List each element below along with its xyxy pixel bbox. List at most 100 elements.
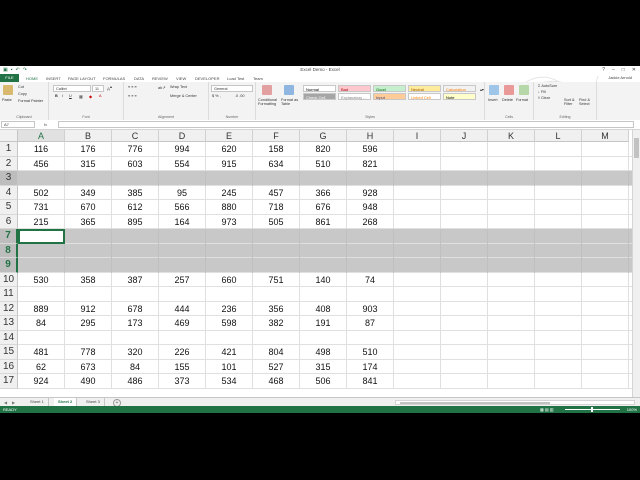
cell-d17[interactable]: 373 (159, 374, 206, 389)
minimize-button[interactable]: – (612, 66, 615, 74)
cell-c9[interactable] (112, 258, 159, 273)
cell-j13[interactable] (441, 316, 488, 331)
cell-k11[interactable] (488, 287, 535, 302)
row-header-7[interactable]: 7 (0, 229, 18, 244)
row-header-3[interactable]: 3 (0, 171, 18, 186)
find-select-button[interactable]: Find & Select (579, 98, 593, 106)
cell-l4[interactable] (535, 185, 582, 200)
cell-e17[interactable]: 534 (206, 374, 253, 389)
cell-k3[interactable] (488, 171, 535, 186)
cell-g4[interactable]: 366 (300, 185, 347, 200)
cell-b15[interactable]: 778 (65, 345, 112, 360)
cell-d14[interactable] (159, 330, 206, 345)
cell-c17[interactable]: 486 (112, 374, 159, 389)
cell-a6[interactable]: 215 (18, 214, 65, 229)
worksheet-grid[interactable]: ABCDEFGHIJKLM 1 116 176 776 994 620 158 820 596 2… (0, 130, 640, 397)
cell-a2[interactable]: 456 (18, 156, 65, 171)
cell-k17[interactable] (488, 374, 535, 389)
cell-style-9[interactable]: Note (443, 93, 476, 100)
cell-style-8[interactable]: Linked Cell (408, 93, 441, 100)
name-box[interactable]: A7 (1, 121, 35, 128)
cell-j3[interactable] (441, 171, 488, 186)
cell-e15[interactable]: 421 (206, 345, 253, 360)
cell-g11[interactable] (300, 287, 347, 302)
row-header-14[interactable]: 14 (0, 330, 18, 345)
horizontal-scrollbar[interactable] (395, 400, 635, 405)
cell-style-6[interactable]: Explanatory ... (338, 93, 371, 100)
cell-c5[interactable]: 612 (112, 200, 159, 215)
column-header-d[interactable]: D (159, 130, 206, 142)
cut-button[interactable]: Cut (18, 85, 24, 89)
tab-team[interactable]: Team (253, 75, 263, 82)
wrap-text-button[interactable]: Wrap Text (170, 85, 187, 89)
cell-c13[interactable]: 173 (112, 316, 159, 331)
user-name[interactable]: Jackie Arnold (608, 74, 632, 82)
cell-a1[interactable]: 116 (18, 142, 65, 157)
cell-k7[interactable] (488, 229, 535, 244)
row-header-5[interactable]: 5 (0, 200, 18, 215)
cell-g7[interactable] (300, 229, 347, 244)
align-left-icon[interactable]: ≡ ≡ ≡ (128, 94, 137, 98)
tab-load-test[interactable]: Load Test (227, 75, 244, 82)
borders-icon[interactable]: ▦ (79, 94, 83, 99)
cell-k2[interactable] (488, 156, 535, 171)
cell-l13[interactable] (535, 316, 582, 331)
column-header-l[interactable]: L (535, 130, 582, 142)
cell-c4[interactable]: 385 (112, 185, 159, 200)
row-header-16[interactable]: 16 (0, 359, 18, 374)
cell-l8[interactable] (535, 243, 582, 258)
cell-k16[interactable] (488, 359, 535, 374)
orientation-icon[interactable]: ab↗ (158, 85, 165, 90)
cell-f6[interactable]: 505 (253, 214, 300, 229)
column-header-h[interactable]: H (347, 130, 394, 142)
decimal-icon[interactable]: .0 .00 (235, 94, 245, 98)
cell-l11[interactable] (535, 287, 582, 302)
cell-i6[interactable] (394, 214, 441, 229)
zoom-level[interactable]: 100% (627, 406, 637, 413)
cell-f7[interactable] (253, 229, 300, 244)
cell-i7[interactable] (394, 229, 441, 244)
cell-e6[interactable]: 973 (206, 214, 253, 229)
cell-b4[interactable]: 349 (65, 185, 112, 200)
cell-h1[interactable]: 596 (347, 142, 394, 157)
cell-d2[interactable]: 554 (159, 156, 206, 171)
cell-d11[interactable] (159, 287, 206, 302)
cell-c16[interactable]: 84 (112, 359, 159, 374)
cell-b3[interactable] (65, 171, 112, 186)
gallery-more-icon[interactable]: ▴▾ (480, 87, 484, 92)
cell-h7[interactable] (347, 229, 394, 244)
cell-m10[interactable] (582, 272, 629, 287)
autosum-button[interactable]: Σ AutoSum (538, 84, 557, 88)
cell-b14[interactable] (65, 330, 112, 345)
cell-g8[interactable] (300, 243, 347, 258)
cell-c8[interactable] (112, 243, 159, 258)
underline-button[interactable]: U (69, 94, 72, 98)
tab-page-layout[interactable]: PAGE LAYOUT (68, 75, 96, 82)
format-button[interactable]: Format (516, 98, 528, 102)
cell-f12[interactable]: 356 (253, 301, 300, 316)
cell-l2[interactable] (535, 156, 582, 171)
cell-i12[interactable] (394, 301, 441, 316)
cell-h8[interactable] (347, 243, 394, 258)
cell-m14[interactable] (582, 330, 629, 345)
sheet-tab-1[interactable]: Sheet 1 (26, 398, 49, 406)
cell-h6[interactable]: 268 (347, 214, 394, 229)
cell-m8[interactable] (582, 243, 629, 258)
column-header-g[interactable]: G (300, 130, 347, 142)
cell-style-4[interactable]: Calculation (443, 85, 476, 92)
cell-e14[interactable] (206, 330, 253, 345)
cell-l10[interactable] (535, 272, 582, 287)
cell-m5[interactable] (582, 200, 629, 215)
cell-m13[interactable] (582, 316, 629, 331)
column-header-m[interactable]: M (582, 130, 629, 142)
cell-c3[interactable] (112, 171, 159, 186)
cell-m1[interactable] (582, 142, 629, 157)
font-name-select[interactable]: Calibri (53, 85, 91, 92)
cell-g12[interactable]: 408 (300, 301, 347, 316)
cell-a13[interactable]: 84 (18, 316, 65, 331)
fill-button[interactable]: ↓ Fill (538, 90, 546, 94)
cell-d15[interactable]: 226 (159, 345, 206, 360)
cell-d7[interactable] (159, 229, 206, 244)
cell-g1[interactable]: 820 (300, 142, 347, 157)
tab-developer[interactable]: DEVELOPER (195, 75, 219, 82)
